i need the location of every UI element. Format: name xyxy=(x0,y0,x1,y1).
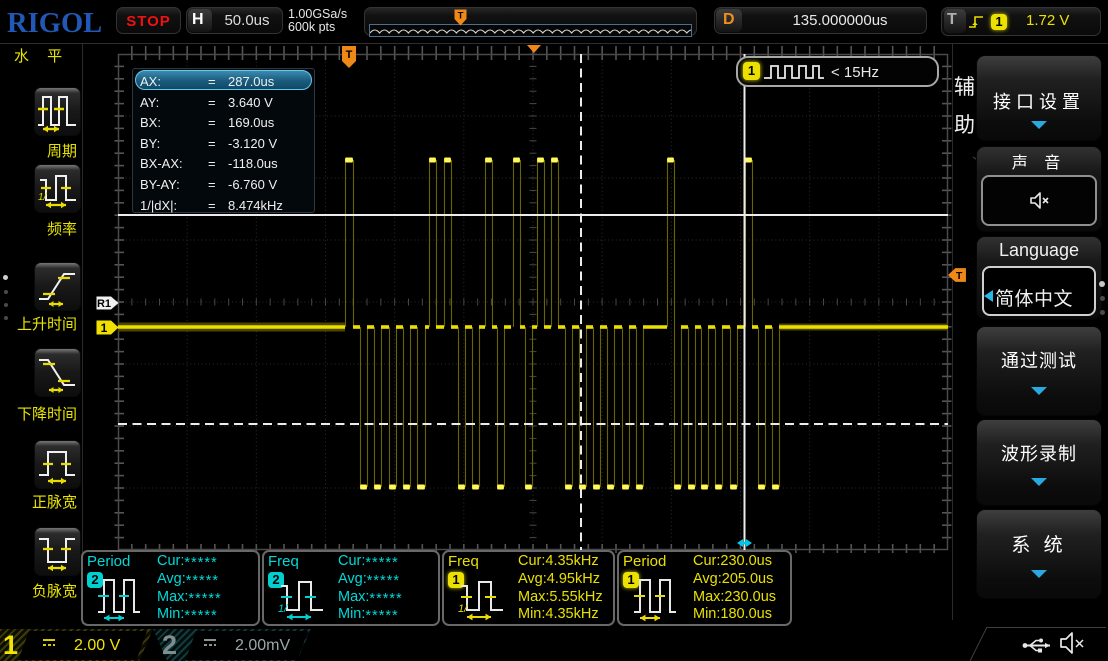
svg-text:T: T xyxy=(346,49,353,61)
svg-text:1/: 1/ xyxy=(278,603,288,615)
svg-text:R1: R1 xyxy=(97,298,111,310)
svg-text:1/: 1/ xyxy=(458,603,468,615)
svg-text:T: T xyxy=(956,270,963,282)
svg-text:1/: 1/ xyxy=(38,192,48,203)
svg-text:T: T xyxy=(458,11,464,22)
svg-text:1: 1 xyxy=(101,321,108,335)
